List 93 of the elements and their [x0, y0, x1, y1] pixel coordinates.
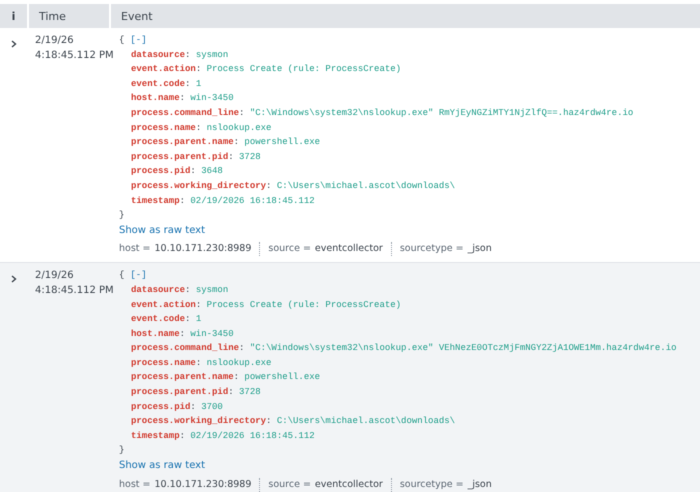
field-key[interactable]: event.code [131, 76, 186, 92]
field-value[interactable]: 1 [196, 76, 202, 92]
field-key[interactable]: process.pid [131, 400, 190, 414]
field-value[interactable]: "C:\Windows\system32\nslookup.exe" RmYjEyNGZiMTY1NjZlfQ==.haz4rdw4re.io [250, 106, 634, 121]
field-value[interactable]: 3728 [239, 385, 261, 400]
field-value[interactable]: nslookup.exe [206, 120, 272, 136]
field-value[interactable]: 1 [196, 312, 202, 327]
colon: : [234, 136, 240, 150]
meta-value[interactable]: _json [468, 242, 492, 256]
field-value[interactable]: 3700 [201, 400, 223, 414]
column-header: Time [29, 4, 109, 28]
show-raw-text-link[interactable]: Show as raw text [119, 458, 206, 474]
colon: : [180, 430, 186, 443]
colon: : [180, 328, 186, 341]
field-value[interactable]: sysmon [196, 282, 228, 298]
colon: : [228, 386, 234, 400]
meta-key: source = [268, 242, 311, 256]
field-value[interactable]: 02/19/2026 16:18:45.112 [190, 194, 315, 208]
colon: : [266, 180, 272, 193]
colon: : [196, 298, 202, 312]
meta-value[interactable]: 10.10.171.230:8989 [154, 242, 252, 256]
field-value[interactable]: Process Create (rule: ProcessCreate) [206, 298, 402, 312]
colon: : [266, 415, 272, 428]
field-value[interactable]: win-3450 [190, 91, 234, 106]
field-key[interactable]: process.pid [131, 164, 190, 179]
show-raw-text-link[interactable]: Show as raw text [119, 222, 206, 238]
field-key[interactable]: process.command_line [131, 341, 240, 356]
field-key[interactable]: host.name [131, 91, 180, 106]
field-value[interactable]: sysmon [196, 48, 228, 62]
meta-key: sourcetype = [400, 478, 464, 492]
field-key[interactable]: process.working_directory [131, 414, 266, 429]
field-key[interactable]: host.name [131, 326, 180, 342]
chevron-right-icon[interactable] [10, 275, 18, 284]
field-key[interactable]: process.parent.pid [131, 150, 228, 164]
field-value[interactable]: Process Create (rule: ProcessCreate) [206, 62, 402, 77]
colon: : [239, 106, 244, 120]
meta-key: sourcetype = [400, 242, 464, 256]
field-key[interactable]: timestamp [131, 194, 180, 208]
colon: : [185, 48, 190, 62]
colon: : [180, 194, 186, 208]
meta-value[interactable]: _json [468, 478, 492, 492]
field-value[interactable]: 3648 [201, 164, 223, 179]
meta-key: host = [119, 242, 150, 256]
colon: : [190, 400, 196, 414]
colon: : [185, 284, 190, 297]
meta-key: source = [268, 478, 311, 492]
field-key[interactable]: process.parent.pid [131, 385, 228, 400]
meta-key: host = [119, 478, 150, 492]
column-header: Event [111, 4, 700, 28]
field-key[interactable]: process.command_line [131, 106, 240, 121]
field-key[interactable]: datasource [131, 48, 186, 62]
column-header: i [0, 4, 27, 28]
field-key[interactable]: process.parent.name [131, 135, 234, 150]
field-key[interactable]: datasource [131, 282, 186, 298]
field-key[interactable]: event.action [131, 298, 196, 312]
field-value[interactable]: C:\Users\michael.ascot\downloads\ [276, 414, 456, 429]
field-key[interactable]: timestamp [131, 428, 180, 444]
event-date: 2/19/26 [35, 269, 75, 284]
field-value[interactable]: powershell.exe [244, 370, 320, 386]
event-date: 2/19/26 [35, 34, 75, 48]
colon: : [196, 122, 202, 135]
close-brace: } [119, 444, 124, 458]
field-value[interactable]: powershell.exe [244, 135, 320, 150]
meta-value[interactable]: eventcollector [314, 242, 383, 256]
colon: : [234, 371, 240, 384]
colon: : [185, 78, 190, 91]
colon: : [180, 92, 186, 106]
colon: : [196, 63, 202, 76]
field-value[interactable]: 3728 [239, 150, 261, 164]
chevron-right-icon[interactable] [10, 40, 18, 48]
colon: : [228, 150, 234, 164]
colon: : [239, 342, 244, 356]
field-value[interactable]: nslookup.exe [206, 356, 272, 370]
collapse-toggle[interactable]: [-] [130, 33, 147, 48]
field-value[interactable]: "C:\Windows\system32\nslookup.exe" VEhNezE0OTczMjFmNGY2ZjA1OWE1Mm.haz4rdw4re.io [250, 341, 676, 356]
collapse-toggle[interactable]: [-] [130, 268, 147, 283]
colon: : [185, 313, 190, 326]
meta-value[interactable]: eventcollector [314, 478, 383, 492]
close-brace: } [119, 209, 124, 222]
field-key[interactable]: event.action [131, 62, 196, 77]
field-value[interactable]: C:\Users\michael.ascot\downloads\ [276, 178, 456, 194]
field-key[interactable]: process.name [131, 120, 196, 136]
field-key[interactable]: process.name [131, 356, 196, 370]
field-key[interactable]: process.working_directory [131, 178, 266, 194]
field-value[interactable]: win-3450 [190, 326, 234, 342]
open-brace: { [119, 269, 124, 282]
open-brace: { [119, 34, 124, 47]
field-key[interactable]: event.code [131, 312, 186, 327]
field-value[interactable]: 02/19/2026 16:18:45.112 [190, 428, 315, 444]
colon: : [196, 356, 202, 370]
colon: : [190, 165, 196, 178]
field-key[interactable]: process.parent.name [131, 370, 234, 386]
meta-value[interactable]: 10.10.171.230:8989 [154, 478, 252, 492]
